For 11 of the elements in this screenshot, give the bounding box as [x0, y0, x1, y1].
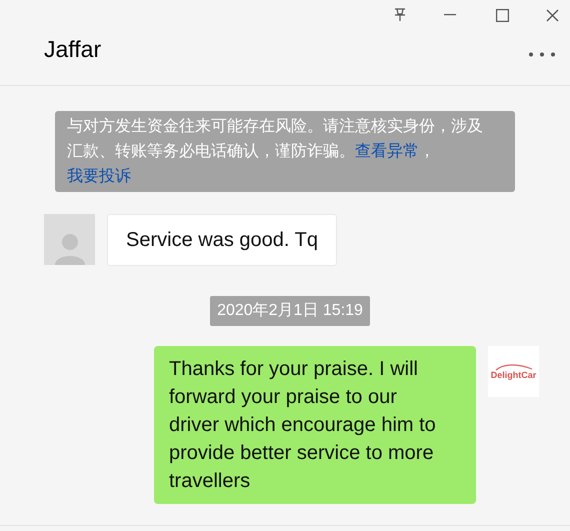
window-title: Jaffar — [44, 35, 102, 64]
notice-link[interactable]: 我要投诉 — [67, 168, 131, 185]
logo-avatar[interactable]: DelightCar — [488, 346, 539, 397]
car-outline-icon — [494, 363, 532, 371]
message-bubble: Thanks for your praise. I will forward your praise to our driver which encourage him to provide better service to more travellers — [154, 346, 476, 504]
message-bubble: Service was good. Tq — [107, 214, 337, 266]
notice-link[interactable]: 查看异常 — [355, 143, 419, 160]
person-icon — [54, 231, 84, 265]
timestamp: 2020年2月1日 15:19 — [210, 296, 370, 326]
security-notice: 与对方发生资金往来可能存在风险。请注意核实身份，涉及汇款、转账等务必电话确认，谨防诈骗。查看异常， 我要投诉 — [67, 116, 484, 187]
logo-text: DelightCar — [490, 371, 536, 380]
